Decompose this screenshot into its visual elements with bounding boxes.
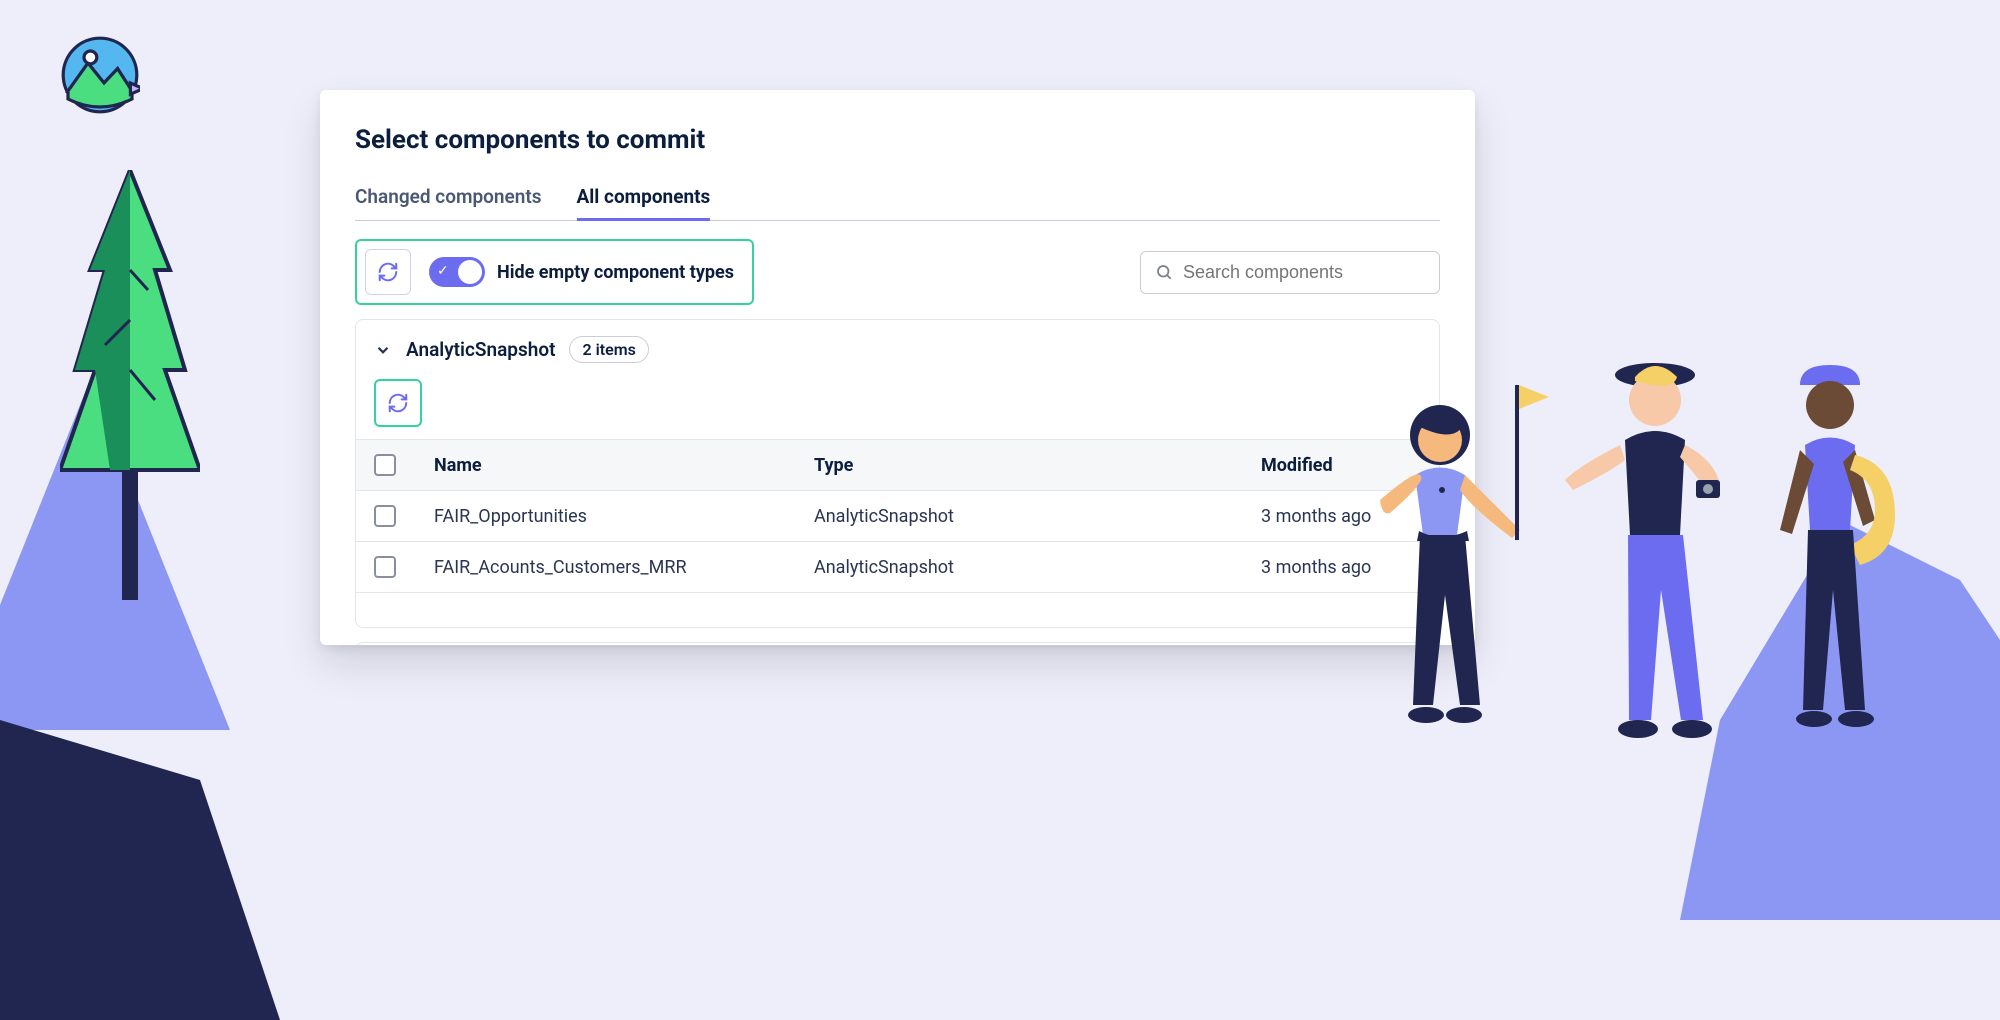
tab-changed-components[interactable]: Changed components [355,185,542,220]
row-name: FAIR_Acounts_Customers_MRR [434,557,814,578]
refresh-icon [377,261,399,283]
hide-empty-toggle-group: ✓ Hide empty component types [429,257,734,287]
bg-mountain [0,720,280,1020]
search-icon [1155,262,1173,282]
hide-empty-toggle[interactable]: ✓ [429,257,485,287]
search-input[interactable] [1183,262,1425,283]
tab-bar: Changed components All components [355,185,1440,221]
tab-all-components[interactable]: All components [577,185,711,220]
commit-panel: Select components to commit Changed comp… [320,90,1475,645]
people-illustration [1320,345,1960,865]
app-logo [60,35,140,115]
tree-illustration [60,170,200,600]
toolbar-left-highlight: ✓ Hide empty component types [355,239,754,305]
row-type: AnalyticSnapshot [814,557,1261,578]
component-group: AnimationRule 1 item [355,642,1440,645]
group-header-analyticsnapshot[interactable]: AnalyticSnapshot 2 items [356,320,1439,379]
group-name: AnalyticSnapshot [406,338,555,361]
hide-empty-toggle-label: Hide empty component types [497,262,734,283]
row-type: AnalyticSnapshot [814,506,1261,527]
table-row: FAIR_Acounts_Customers_MRR AnalyticSnaps… [356,542,1439,593]
group-refresh-button[interactable] [374,379,422,427]
table-header: Name Type Modified [356,439,1439,491]
group-header-animationrule[interactable]: AnimationRule 1 item [356,643,1439,645]
table-row: FAIR_Opportunities AnalyticSnapshot 3 mo… [356,491,1439,542]
toolbar: ✓ Hide empty component types [355,239,1440,305]
column-name[interactable]: Name [434,455,814,476]
check-icon: ✓ [437,263,449,279]
search-box[interactable] [1140,251,1440,294]
group-count-badge: 2 items [569,336,648,363]
row-name: FAIR_Opportunities [434,506,814,527]
chevron-down-icon [374,341,392,359]
row-checkbox[interactable] [374,556,396,578]
refresh-button[interactable] [365,249,411,295]
page-title: Select components to commit [355,125,1440,155]
column-type[interactable]: Type [814,455,1261,476]
select-all-checkbox[interactable] [374,454,396,476]
component-group: AnalyticSnapshot 2 items Name Type Modif… [355,319,1440,628]
row-checkbox[interactable] [374,505,396,527]
refresh-icon [387,392,409,414]
